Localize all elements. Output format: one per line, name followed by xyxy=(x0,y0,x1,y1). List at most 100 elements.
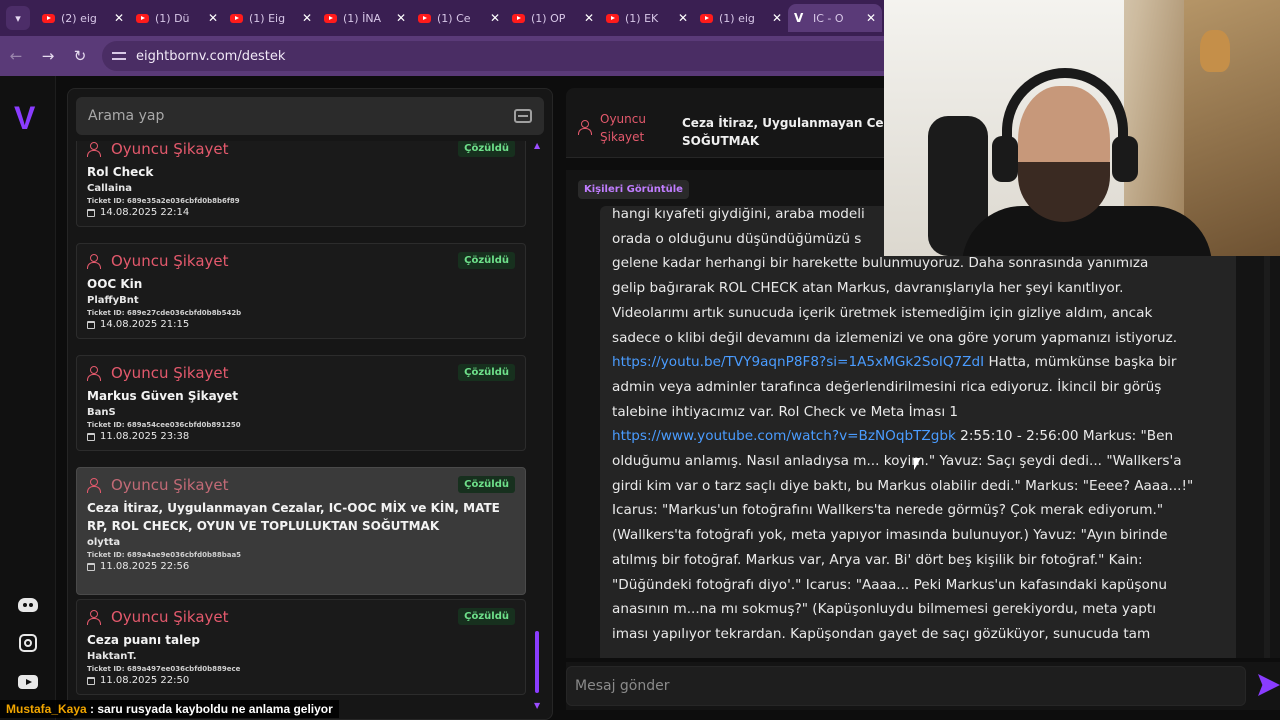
back-arrow-icon[interactable]: ← xyxy=(0,47,32,65)
ticket-card[interactable]: Oyuncu Şikayet Çözüldü Ceza puanı talep … xyxy=(76,599,526,695)
search-bar xyxy=(76,97,544,135)
user-icon xyxy=(87,366,103,381)
ticket-category: Oyuncu Şikayet xyxy=(111,608,229,626)
scroll-up-icon[interactable]: ▲ xyxy=(534,141,540,150)
ticket-user: Callaina xyxy=(87,183,132,194)
browser-tab[interactable]: (2) eig ✕ xyxy=(36,4,130,32)
youtube-favicon-icon xyxy=(418,13,431,23)
tab-close-icon[interactable]: ✕ xyxy=(114,11,124,25)
ticket-title: OOC Kin xyxy=(87,277,143,291)
tab-close-icon[interactable]: ✕ xyxy=(208,11,218,25)
chat-title-line1: Ceza İtiraz, Uygulanmayan Cezala xyxy=(682,116,902,130)
status-badge: Çözüldü xyxy=(458,608,515,625)
browser-tab-active[interactable]: V IC - O ✕ xyxy=(788,4,882,32)
ticket-date: 11.08.2025 22:56 xyxy=(100,561,190,572)
ticket-card-selected[interactable]: Oyuncu Şikayet Çözüldü Ceza İtiraz, Uygu… xyxy=(76,467,526,595)
chat-separator: : xyxy=(86,702,98,716)
youtube-favicon-icon xyxy=(700,13,713,23)
tab-close-icon[interactable]: ✕ xyxy=(584,11,594,25)
browser-tab[interactable]: (1) Eig ✕ xyxy=(224,4,318,32)
url-text: eightbornv.com/destek xyxy=(136,48,286,64)
ticket-category: Oyuncu Şikayet xyxy=(111,252,229,270)
search-input[interactable] xyxy=(88,108,514,124)
ticket-category: Oyuncu Şikayet xyxy=(111,364,229,382)
discord-icon[interactable] xyxy=(17,594,39,616)
send-icon[interactable] xyxy=(1258,674,1280,696)
ticket-list: Oyuncu Şikayet Çözüldü Rol Check Callain… xyxy=(76,141,528,711)
message-line: https://www.youtube.com/watch?v=BzNOqbTZ… xyxy=(612,424,1226,449)
view-people-button[interactable]: Kişileri Görüntüle xyxy=(578,180,689,199)
message-line: gelip bağırarak ROL CHECK atan Markus, d… xyxy=(612,280,1124,297)
browser-tab[interactable]: (1) eig ✕ xyxy=(694,4,788,32)
tab-search-chevron-icon[interactable]: ▾ xyxy=(6,6,30,30)
tab-close-icon[interactable]: ✕ xyxy=(302,11,312,25)
ticket-date: 14.08.2025 22:14 xyxy=(100,207,190,218)
message-line: atılmış bir fotoğraf. Markus var, Arya v… xyxy=(612,551,1143,568)
ticket-category: Oyuncu Şikayet xyxy=(111,141,229,158)
ticket-card[interactable]: Oyuncu Şikayet Çözüldü Markus Güven Şika… xyxy=(76,355,526,451)
reload-icon[interactable]: ↻ xyxy=(64,47,96,65)
message-line-tail: Hatta, mümkünse başka bir xyxy=(984,354,1177,371)
message-line-tail: 2:55:10 - 2:56:00 Markus: "Ben xyxy=(955,428,1174,445)
tab-close-icon[interactable]: ✕ xyxy=(772,11,782,25)
ticket-title-line1: Ceza İtiraz, Uygulanmayan Cezalar, IC-OO… xyxy=(87,501,500,515)
ticket-category: Oyuncu Şikayet xyxy=(111,476,229,494)
chat-category: Oyuncu Şikayet xyxy=(600,110,670,146)
user-icon xyxy=(87,478,103,493)
youtube-favicon-icon xyxy=(606,13,619,23)
instagram-icon[interactable] xyxy=(17,632,39,654)
ticket-title: Rol Check xyxy=(87,165,154,179)
chat-scrollbar[interactable] xyxy=(1264,206,1270,658)
ticket-id: Ticket ID: 689a54cee036cbfd0b891250 xyxy=(87,421,241,429)
ticket-list-scrollbar[interactable]: ▲ ▼ xyxy=(534,141,542,711)
browser-tab[interactable]: (1) OP ✕ xyxy=(506,4,600,32)
chat-title-line2: SOĞUTMAK xyxy=(682,134,760,148)
calendar-icon xyxy=(87,320,95,329)
keyboard-icon[interactable] xyxy=(514,109,532,123)
message-line: sadece o klibi değil devamını da izlemen… xyxy=(612,329,1178,346)
status-badge: Çözüldü xyxy=(458,141,515,157)
ticket-date: 14.08.2025 21:15 xyxy=(100,319,190,330)
tab-close-icon[interactable]: ✕ xyxy=(866,11,876,25)
address-bar[interactable]: eightbornv.com/destek xyxy=(102,41,962,71)
ticket-card[interactable]: Oyuncu Şikayet Çözüldü Rol Check Callain… xyxy=(76,141,526,227)
calendar-icon xyxy=(87,676,95,685)
message-line: iması yapılıyor tekrardan. Kapüşondan ga… xyxy=(612,625,1151,642)
left-rail: V xyxy=(0,76,56,720)
browser-tab[interactable]: (1) Ce ✕ xyxy=(412,4,506,32)
scrollbar-thumb[interactable] xyxy=(535,631,539,693)
ticket-title: Ceza puanı talep xyxy=(87,633,200,647)
youtube-link[interactable]: https://www.youtube.com/watch?v=BzNOqbTZ… xyxy=(612,428,956,444)
brand-logo[interactable]: V xyxy=(14,100,35,137)
mouse-cursor-icon xyxy=(914,458,921,470)
browser-tab[interactable]: (1) Dü ✕ xyxy=(130,4,224,32)
ticket-user: BanS xyxy=(87,407,116,418)
youtube-favicon-icon xyxy=(136,13,149,23)
message-line: (Wallkers'ta fotoğrafı yok, meta yapıyor… xyxy=(612,527,1168,544)
site-settings-icon[interactable] xyxy=(112,50,126,62)
browser-tab[interactable]: (1) İNA ✕ xyxy=(318,4,412,32)
ticket-card[interactable]: Oyuncu Şikayet Çözüldü OOC Kin PlaffyBnt… xyxy=(76,243,526,339)
message-line: Icarus: "Markus'un fotoğrafını Wallkers'… xyxy=(612,502,1164,519)
youtube-favicon-icon xyxy=(42,13,55,23)
browser-tab[interactable]: (1) EK ✕ xyxy=(600,4,694,32)
youtube-icon[interactable] xyxy=(17,671,39,693)
user-icon xyxy=(87,254,103,269)
eightborn-favicon-icon: V xyxy=(794,11,804,25)
youtube-link[interactable]: https://youtu.be/TVY9aqnP8F8?si=1A5xMGk2… xyxy=(612,354,984,370)
message-line: Videolarımı artık sunucuda içerik üretme… xyxy=(612,304,1153,321)
chat-title: Ceza İtiraz, Uygulanmayan Cezala SOĞUTMA… xyxy=(682,114,902,150)
chat-category-line1: Oyuncu xyxy=(600,112,646,126)
message-line: girdi kim var o tarz saçlı diye baktı, b… xyxy=(612,477,1194,494)
message-input[interactable] xyxy=(566,666,1246,706)
forward-arrow-icon[interactable]: → xyxy=(32,47,64,65)
headset-earcup xyxy=(992,136,1018,182)
tab-close-icon[interactable]: ✕ xyxy=(490,11,500,25)
tab-close-icon[interactable]: ✕ xyxy=(396,11,406,25)
status-badge: Çözüldü xyxy=(458,476,515,493)
chat-username: Mustafa_Kaya xyxy=(6,702,87,716)
youtube-favicon-icon xyxy=(230,13,243,23)
ticket-date: 11.08.2025 22:50 xyxy=(100,675,190,686)
scroll-down-icon[interactable]: ▼ xyxy=(534,701,540,710)
tab-close-icon[interactable]: ✕ xyxy=(678,11,688,25)
